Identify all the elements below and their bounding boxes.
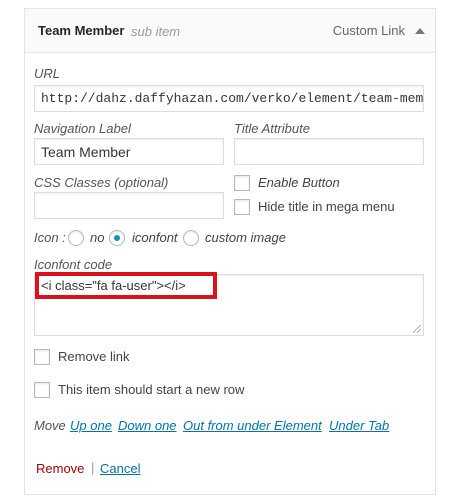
navigation-label-label: Navigation Label: [34, 121, 131, 136]
remove-link-label: Remove link: [58, 349, 130, 364]
css-classes-input[interactable]: [34, 192, 224, 219]
hide-title-checkbox[interactable]: [234, 199, 250, 215]
menu-item-header[interactable]: Team Member sub item Custom Link: [25, 9, 435, 53]
enable-button-checkbox[interactable]: [234, 175, 250, 191]
url-label: URL: [34, 66, 61, 81]
remove-link-checkbox[interactable]: [34, 349, 50, 365]
collapse-arrow-icon[interactable]: [415, 28, 425, 34]
menu-item-title: Team Member: [38, 23, 125, 38]
move-out-from-under-link[interactable]: Out from under Element: [183, 418, 322, 433]
css-classes-label: CSS Classes (optional): [34, 175, 169, 190]
remove-link[interactable]: Remove: [36, 461, 84, 476]
highlight-box: [35, 272, 217, 299]
icon-radio-no-label: no: [90, 230, 105, 245]
move-label: Move: [34, 418, 66, 433]
menu-item-panel: Team Member sub item Custom Link URL htt…: [24, 8, 436, 495]
menu-item-subtitle: sub item: [131, 24, 181, 39]
move-down-one-link[interactable]: Down one: [118, 418, 177, 433]
icon-radio-iconfont[interactable]: [109, 230, 125, 246]
move-up-one-link[interactable]: Up one: [70, 418, 112, 433]
icon-radio-custom-image-label: custom image: [205, 230, 286, 245]
title-attribute-label: Title Attribute: [234, 121, 310, 136]
navigation-label-input[interactable]: Team Member: [34, 138, 224, 165]
new-row-checkbox[interactable]: [34, 382, 50, 398]
hide-title-label: Hide title in mega menu: [258, 199, 395, 214]
iconfont-code-textarea[interactable]: <i class="fa fa-user"></i>: [34, 272, 424, 336]
url-input[interactable]: http://dahz.daffyhazan.com/verko/element…: [34, 85, 424, 112]
resize-handle-icon[interactable]: [413, 325, 421, 333]
new-row-label: This item should start a new row: [58, 382, 245, 397]
title-attribute-input[interactable]: [234, 138, 424, 165]
move-under-tab-link[interactable]: Under Tab: [329, 418, 389, 433]
icon-label: Icon :: [34, 230, 66, 245]
iconfont-code-label: Iconfont code: [34, 257, 113, 272]
enable-button-label: Enable Button: [258, 175, 340, 190]
action-separator: |: [91, 460, 95, 475]
icon-radio-no[interactable]: [68, 230, 84, 246]
icon-radio-iconfont-label: iconfont: [132, 230, 178, 245]
icon-radio-custom-image[interactable]: [183, 230, 199, 246]
cancel-link[interactable]: Cancel: [100, 461, 140, 476]
menu-item-type: Custom Link: [332, 23, 405, 38]
